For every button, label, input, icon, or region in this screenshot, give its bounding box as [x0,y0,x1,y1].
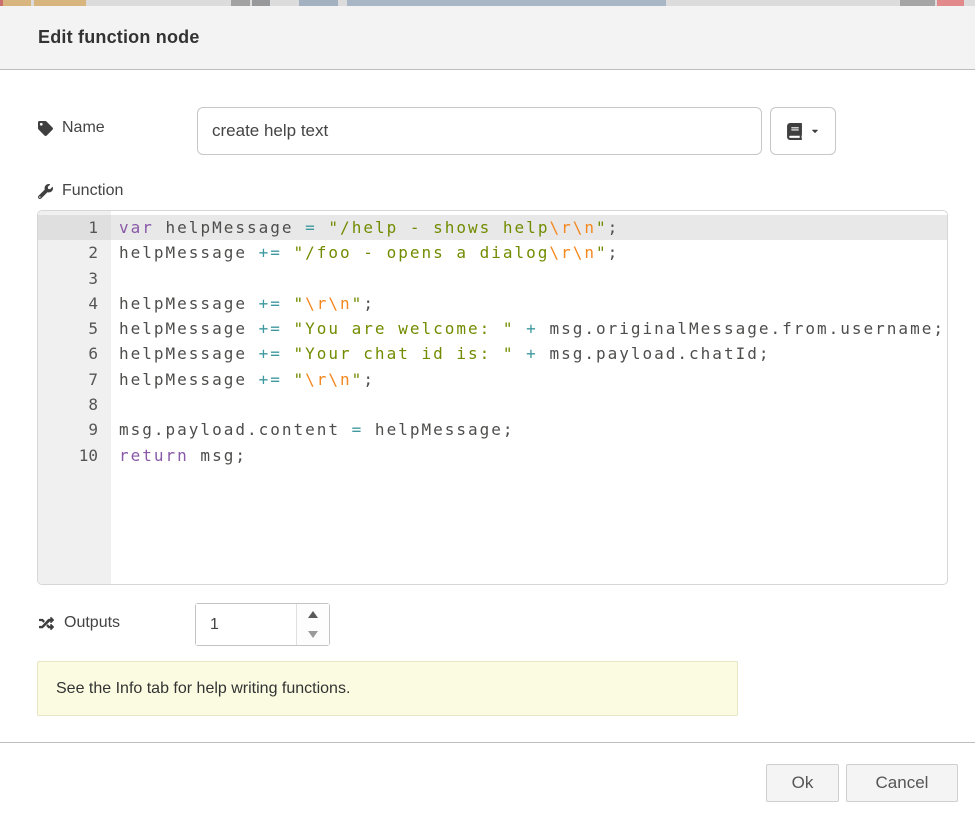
code-lines[interactable]: 1var helpMessage = "/help - shows help\r… [38,215,947,468]
shuffle-icon [38,616,55,631]
function-label: Function [38,182,123,200]
line-number: 6 [38,341,111,366]
cancel-button[interactable]: Cancel [846,764,958,802]
caret-down-icon [308,631,318,638]
form-tips-text: See the Info tab for help writing functi… [56,680,350,698]
code-line[interactable]: 4helpMessage += "\r\n"; [38,291,947,316]
footer-divider [0,742,975,743]
tag-icon [38,121,53,136]
code-text[interactable]: helpMessage += "You are welcome: " + msg… [111,316,947,341]
code-line[interactable]: 9msg.payload.content = helpMessage; [38,417,947,442]
code-text[interactable]: helpMessage += "/foo - opens a dialog\r\… [111,240,947,265]
dialog-header: Edit function node [0,6,975,70]
spinner-up-button[interactable] [297,604,329,625]
line-number: 1 [38,215,111,240]
line-number: 2 [38,240,111,265]
spinner-buttons [296,604,329,645]
function-code-editor[interactable]: 1var helpMessage = "/help - shows help\r… [37,210,948,585]
line-number: 10 [38,443,111,468]
name-input[interactable] [197,107,762,155]
line-number: 4 [38,291,111,316]
wrench-icon [38,184,53,199]
name-label: Name [38,119,105,137]
line-number: 8 [38,392,111,417]
dialog-title: Edit function node [38,27,200,48]
code-line[interactable]: 10return msg; [38,443,947,468]
outputs-label-text: Outputs [64,614,120,632]
line-number: 9 [38,417,111,442]
screen: Edit function node Name Function 1var he… [0,0,975,815]
form-tips: See the Info tab for help writing functi… [37,661,738,716]
code-line[interactable]: 8 [38,392,947,417]
function-label-text: Function [62,182,123,200]
code-text[interactable] [111,266,947,291]
code-text[interactable]: var helpMessage = "/help - shows help\r\… [111,215,947,240]
line-number: 3 [38,266,111,291]
code-line[interactable]: 5helpMessage += "You are welcome: " + ms… [38,316,947,341]
caret-down-icon [810,126,820,136]
code-text[interactable]: return msg; [111,443,947,468]
code-text[interactable]: msg.payload.content = helpMessage; [111,417,947,442]
code-line[interactable]: 6helpMessage += "Your chat id is: " + ms… [38,341,947,366]
caret-up-icon [308,611,318,618]
code-line[interactable]: 1var helpMessage = "/help - shows help\r… [38,215,947,240]
outputs-spinner [195,603,330,646]
library-button[interactable] [770,107,836,155]
outputs-input[interactable] [196,604,294,645]
spinner-down-button[interactable] [297,625,329,646]
code-text[interactable]: helpMessage += "\r\n"; [111,291,947,316]
book-icon [786,123,803,140]
code-line[interactable]: 2helpMessage += "/foo - opens a dialog\r… [38,240,947,265]
code-text[interactable]: helpMessage += "Your chat id is: " + msg… [111,341,947,366]
outputs-label: Outputs [38,614,120,632]
code-line[interactable]: 7helpMessage += "\r\n"; [38,367,947,392]
code-text[interactable] [111,392,947,417]
line-number: 5 [38,316,111,341]
name-label-text: Name [62,119,105,137]
edit-function-node-dialog: Edit function node Name Function 1var he… [0,6,975,815]
line-number: 7 [38,367,111,392]
code-text[interactable]: helpMessage += "\r\n"; [111,367,947,392]
ok-button[interactable]: Ok [766,764,839,802]
code-line[interactable]: 3 [38,266,947,291]
